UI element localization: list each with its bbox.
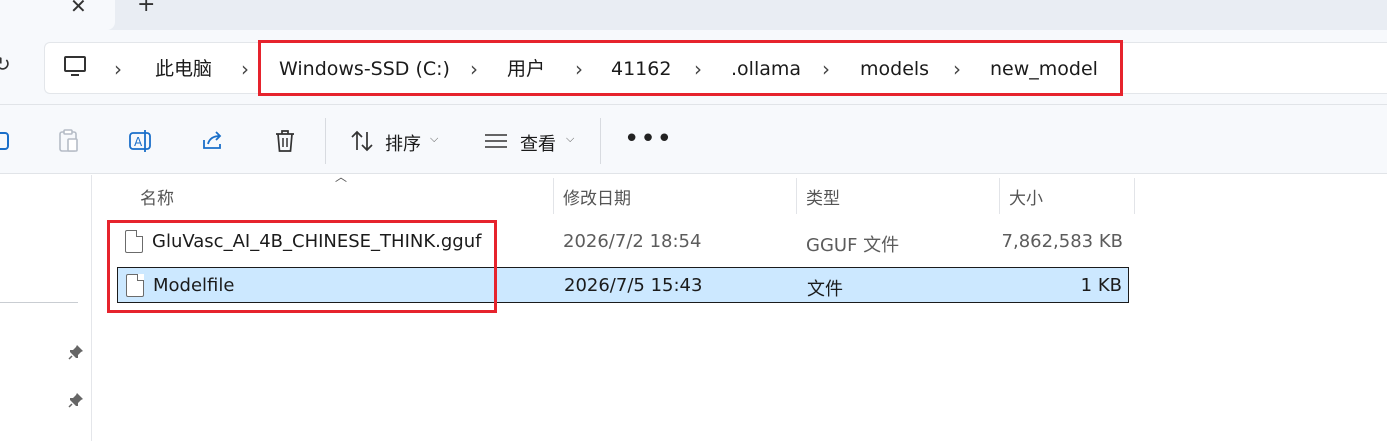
- toolbar-separator: [600, 118, 601, 164]
- breadcrumb-chevron-icon[interactable]: ›: [241, 56, 249, 82]
- tab-strip: ✕ +: [0, 0, 1387, 30]
- files-highlight-box: [107, 220, 497, 313]
- breadcrumb-this-pc[interactable]: 此电脑: [155, 56, 212, 82]
- file-type: 文件: [807, 279, 843, 300]
- column-header-date[interactable]: 修改日期: [563, 184, 631, 209]
- pin-icon[interactable]: [68, 392, 84, 408]
- rename-icon[interactable]: A: [128, 128, 154, 154]
- chevron-down-icon[interactable]: ⌵: [430, 132, 438, 146]
- share-icon[interactable]: [200, 128, 226, 154]
- svg-text:A: A: [134, 135, 143, 149]
- column-divider[interactable]: [999, 178, 1000, 214]
- column-divider[interactable]: [553, 178, 554, 214]
- nav-divider: [0, 302, 78, 303]
- close-tab-icon[interactable]: ✕: [70, 0, 87, 18]
- sort-icon[interactable]: [349, 128, 375, 154]
- file-date: 2026/7/5 15:43: [564, 275, 703, 296]
- file-size: 1 KB: [1080, 275, 1122, 296]
- sort-ascending-icon: ︿: [335, 170, 348, 184]
- delete-icon[interactable]: [272, 128, 298, 154]
- copy-icon[interactable]: [0, 128, 18, 154]
- active-tab[interactable]: [0, 0, 115, 30]
- file-type: GGUF 文件: [806, 235, 900, 256]
- column-divider[interactable]: [1134, 178, 1135, 214]
- column-header-size[interactable]: 大小: [1009, 184, 1043, 209]
- column-divider[interactable]: [796, 178, 797, 214]
- this-pc-icon[interactable]: [64, 56, 86, 76]
- column-header-type[interactable]: 类型: [806, 184, 840, 209]
- refresh-icon[interactable]: ↻: [0, 52, 11, 76]
- path-highlight-box: [258, 40, 1123, 96]
- pin-icon[interactable]: [68, 344, 84, 360]
- more-options-button[interactable]: •••: [624, 124, 673, 154]
- file-date: 2026/7/2 18:54: [563, 231, 702, 252]
- view-icon[interactable]: [483, 128, 509, 154]
- view-button[interactable]: 查看: [520, 130, 556, 156]
- paste-icon[interactable]: [56, 128, 82, 154]
- breadcrumb-chevron-icon[interactable]: ›: [114, 56, 122, 82]
- column-header-name[interactable]: 名称: [140, 184, 174, 209]
- chevron-down-icon[interactable]: ⌵: [566, 132, 574, 146]
- sort-button[interactable]: 排序: [385, 130, 421, 156]
- file-size: 7,862,583 KB: [1001, 231, 1123, 252]
- new-tab-icon[interactable]: +: [137, 0, 155, 17]
- toolbar-separator: [325, 118, 326, 164]
